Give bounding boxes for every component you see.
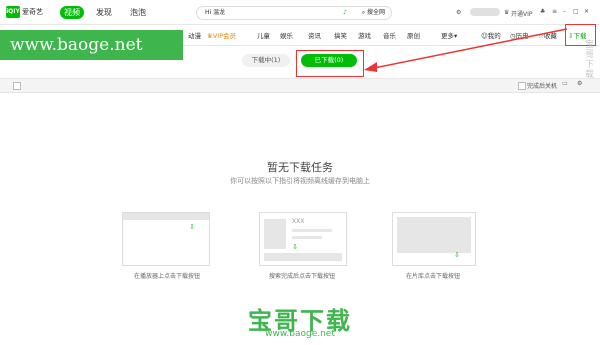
list-placeholder: [264, 253, 342, 261]
app-logo[interactable]: iQIY: [6, 6, 20, 18]
nav-funny[interactable]: 搞笑: [334, 30, 347, 40]
menu-icon[interactable]: ≡: [552, 8, 557, 15]
annotation-arrow: [364, 28, 568, 72]
guide-card-player: ⇩: [122, 212, 210, 266]
avatar[interactable]: [470, 8, 500, 16]
shutdown-checkbox[interactable]: [518, 82, 526, 90]
tab-video[interactable]: 视频: [60, 6, 84, 19]
watermark-banner: www.baoge.net: [0, 30, 183, 60]
search-input[interactable]: Hi 温龙: [205, 8, 225, 18]
nav-anime[interactable]: 动漫: [188, 30, 201, 40]
download-icon: ⇩: [292, 243, 298, 251]
annotation-box-downloaded: [296, 50, 364, 77]
guide-card-search: XXX ⇩: [259, 212, 347, 266]
nav-news[interactable]: 资讯: [308, 30, 321, 40]
minimize-icon[interactable]: –: [563, 8, 566, 15]
text-line: [292, 236, 322, 239]
maximize-icon[interactable]: □: [573, 8, 579, 15]
guide-caption-library: 在片库点击下载按钮: [405, 273, 460, 280]
app-name: 爱奇艺: [22, 8, 43, 16]
download-icon: ⇩: [189, 223, 195, 231]
close-icon[interactable]: ✕: [584, 8, 589, 15]
settings-icon[interactable]: ⚙: [456, 9, 461, 16]
side-watermark: 宝哥下载: [585, 40, 595, 80]
search-button-label: 搜全网: [366, 9, 385, 16]
player-bar: [123, 213, 209, 220]
tab-discover[interactable]: 发现: [94, 6, 114, 19]
skin-icon[interactable]: ♣: [540, 8, 545, 15]
select-all-checkbox[interactable]: [13, 82, 21, 90]
folder-icon[interactable]: ▭: [562, 80, 568, 87]
poster-placeholder: [264, 219, 286, 249]
search-icon: ⌕: [361, 9, 366, 16]
watermark-url: www.baoge.net: [265, 329, 335, 339]
search-box[interactable]: Hi 温龙 ♪ ⌕ 搜全网: [196, 6, 392, 20]
settings-icon[interactable]: ⚙: [577, 80, 582, 87]
voice-search-icon[interactable]: ♪: [343, 8, 347, 18]
text-line: [292, 229, 332, 232]
tab-bubble[interactable]: 泡泡: [128, 6, 148, 19]
nav-kids[interactable]: 儿童: [257, 30, 270, 40]
guide-caption-player: 在播放器上点击下载按钮: [133, 273, 200, 280]
download-toolbar: [0, 78, 600, 93]
nav-vip-label: VIP会员: [212, 32, 237, 40]
title-placeholder: XXX: [292, 218, 305, 225]
download-icon: ⇩: [454, 251, 460, 259]
empty-subtitle: 你可以按照以下指引将视频离线缓存到电脑上: [230, 177, 370, 185]
thumbnail-placeholder: [397, 217, 471, 253]
nav-vip[interactable]: ♛VIP会员: [207, 30, 236, 40]
vip-link[interactable]: 开通VIP: [511, 9, 533, 18]
empty-title: 暂无下载任务: [267, 161, 333, 174]
guide-card-library: ⇩: [392, 212, 476, 266]
shutdown-label: 完成后关机: [527, 83, 558, 90]
vip-crown-icon: ♛: [504, 9, 510, 16]
tab-downloading[interactable]: 下载中(1): [242, 54, 290, 67]
nav-entertainment[interactable]: 娱乐: [280, 30, 293, 40]
search-button[interactable]: ⌕ 搜全网: [362, 8, 385, 18]
guide-caption-search: 搜索完成后点击下载按钮: [268, 273, 335, 280]
